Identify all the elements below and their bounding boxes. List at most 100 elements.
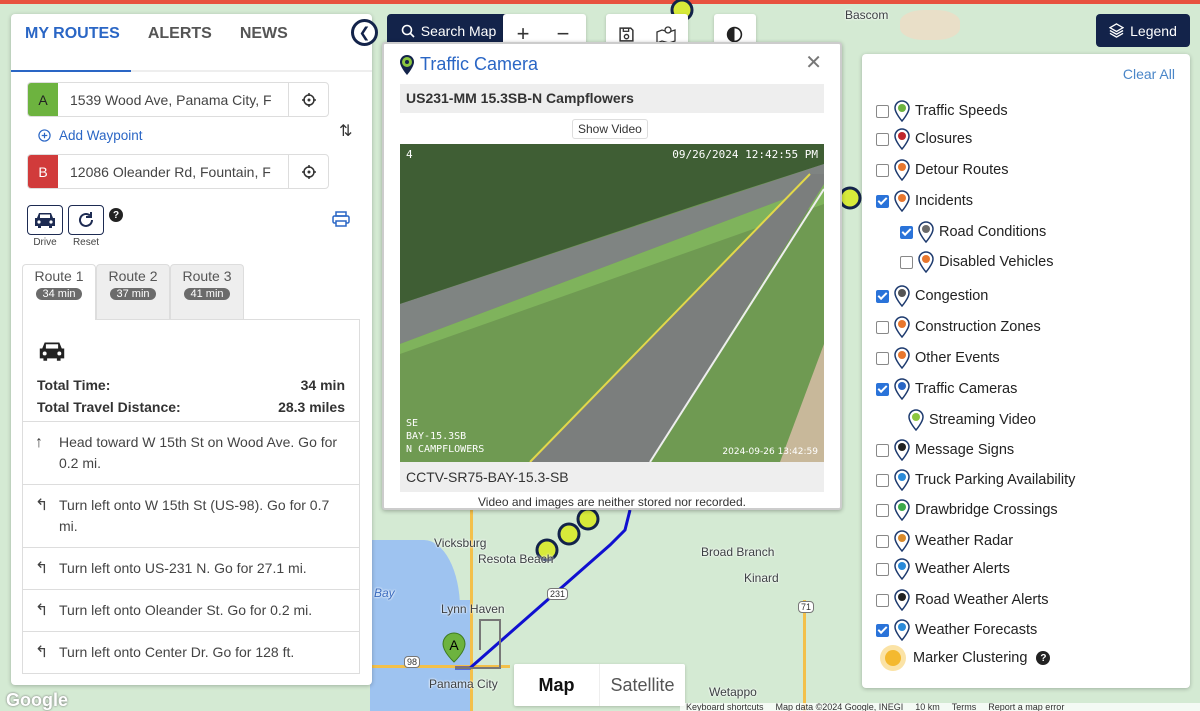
route-tab-1[interactable]: Route 1 34 min bbox=[22, 264, 96, 320]
legend-item[interactable]: Road Conditions bbox=[900, 221, 1046, 243]
locate-origin-button[interactable] bbox=[288, 83, 328, 116]
swap-icon[interactable]: ⇅ bbox=[339, 121, 352, 141]
map-label: Lynn Haven bbox=[441, 602, 505, 616]
legend-checkbox[interactable] bbox=[876, 593, 889, 607]
locate-destination-button[interactable] bbox=[288, 155, 328, 188]
drive-button[interactable] bbox=[27, 205, 63, 235]
legend-checkbox[interactable] bbox=[876, 163, 889, 177]
print-button[interactable] bbox=[332, 211, 350, 232]
legend-item[interactable]: Congestion bbox=[876, 285, 988, 307]
route-tab-2[interactable]: Route 2 37 min bbox=[96, 264, 170, 319]
collapse-panel-button[interactable]: ❮ bbox=[351, 19, 378, 46]
legend-checkbox[interactable] bbox=[900, 225, 913, 239]
legend-marker-icon bbox=[894, 190, 910, 212]
legend-item[interactable]: Weather Alerts bbox=[876, 558, 1010, 580]
turn-left-icon: ↰ bbox=[35, 602, 49, 619]
legend-checkbox[interactable] bbox=[876, 473, 889, 487]
legend-marker-icon bbox=[894, 530, 910, 552]
printer-icon bbox=[332, 211, 350, 227]
legend-item[interactable]: Detour Routes bbox=[876, 159, 1009, 181]
direction-text: Turn left onto W 15th St (US-98). Go for… bbox=[59, 497, 330, 534]
origin-field[interactable]: A 1539 Wood Ave, Panama City, F bbox=[27, 82, 329, 117]
map-layers-button[interactable] bbox=[646, 25, 686, 43]
legend-item[interactable]: Traffic Cameras bbox=[876, 378, 1017, 400]
legend-checkbox[interactable] bbox=[876, 320, 889, 334]
legend-checkbox[interactable] bbox=[876, 534, 889, 548]
help-icon[interactable]: ? bbox=[109, 208, 123, 222]
legend-item[interactable]: Traffic Speeds bbox=[876, 100, 1008, 122]
direction-step[interactable]: ↑ Head toward W 15th St on Wood Ave. Go f… bbox=[22, 422, 360, 485]
direction-step[interactable]: ↰ Turn left onto Oleander St. Go for 0.2 … bbox=[22, 590, 360, 632]
route-shield: 98 bbox=[404, 656, 421, 668]
marker-clustering-label: Marker Clustering bbox=[913, 650, 1028, 666]
map-label: Kinard bbox=[744, 571, 779, 585]
map-type-map[interactable]: Map bbox=[514, 664, 599, 706]
destination-field[interactable]: B 12086 Oleander Rd, Fountain, F bbox=[27, 154, 329, 189]
reset-button[interactable] bbox=[68, 205, 104, 235]
tab-news[interactable]: NEWS bbox=[226, 14, 302, 70]
legend-item[interactable]: Weather Radar bbox=[876, 530, 1013, 552]
legend-checkbox[interactable] bbox=[876, 132, 889, 146]
scale-bar[interactable]: 10 km bbox=[915, 703, 940, 711]
legend-marker-icon bbox=[894, 499, 910, 521]
legend-checkbox[interactable] bbox=[876, 351, 889, 365]
legend-checkbox[interactable] bbox=[876, 443, 889, 457]
legend-checkbox[interactable] bbox=[876, 104, 889, 118]
legend-item[interactable]: Other Events bbox=[876, 347, 1000, 369]
legend-checkbox[interactable] bbox=[876, 194, 889, 208]
legend-label: Legend bbox=[1130, 22, 1177, 39]
chevron-left-icon: ❮ bbox=[358, 24, 371, 40]
legend-item[interactable]: Truck Parking Availability bbox=[876, 469, 1075, 491]
direction-text: Turn left onto US-231 N. Go for 27.1 mi. bbox=[59, 560, 307, 576]
direction-step[interactable]: ↰ Turn left onto US-231 N. Go for 27.1 mi… bbox=[22, 548, 360, 590]
legend-button[interactable]: Legend bbox=[1096, 14, 1190, 47]
save-button[interactable] bbox=[606, 26, 646, 43]
popup-title: Traffic Camera bbox=[420, 54, 539, 74]
map-label: Resota Beach bbox=[478, 552, 554, 566]
legend-item[interactable]: Weather Forecasts bbox=[876, 619, 1037, 641]
legend-checkbox[interactable] bbox=[876, 562, 889, 576]
direction-step[interactable]: ↰ Turn left onto W 15th St (US-98). Go fo… bbox=[22, 485, 360, 548]
legend-checkbox[interactable] bbox=[876, 289, 889, 303]
map-pin-icon bbox=[656, 25, 676, 43]
privacy-note: Video and images are neither stored nor … bbox=[478, 495, 746, 509]
report-error-link[interactable]: Report a map error bbox=[988, 703, 1064, 711]
legend-marker-icon bbox=[908, 409, 924, 431]
keyboard-shortcuts-link[interactable]: Keyboard shortcuts bbox=[686, 703, 764, 711]
legend-checkbox[interactable] bbox=[876, 503, 889, 517]
reset-icon bbox=[79, 212, 93, 227]
destination-badge: B bbox=[28, 155, 58, 188]
arrow-up-icon: ↑ bbox=[35, 434, 43, 451]
legend-item[interactable]: Message Signs bbox=[876, 439, 1014, 461]
close-popup-button[interactable]: ✕ bbox=[805, 50, 822, 75]
tab-alerts[interactable]: ALERTS bbox=[134, 14, 226, 70]
legend-item[interactable]: Road Weather Alerts bbox=[876, 589, 1049, 611]
direction-step[interactable]: ↰ Turn left onto Center Dr. Go for 128 ft… bbox=[22, 632, 360, 674]
map-type-control: Map Satellite bbox=[514, 664, 685, 706]
legend-item-label: Detour Routes bbox=[915, 162, 1009, 178]
legend-item[interactable]: Drawbridge Crossings bbox=[876, 499, 1058, 521]
legend-item[interactable]: Construction Zones bbox=[876, 316, 1041, 338]
tab-my-routes[interactable]: MY ROUTES bbox=[11, 14, 134, 70]
terms-link[interactable]: Terms bbox=[952, 703, 977, 711]
help-icon[interactable]: ? bbox=[1036, 651, 1051, 665]
map-type-satellite[interactable]: Satellite bbox=[599, 664, 685, 706]
show-video-button[interactable]: Show Video bbox=[572, 119, 648, 139]
legend-item[interactable]: Disabled Vehicles bbox=[900, 251, 1053, 273]
contrast-button[interactable] bbox=[714, 26, 754, 43]
camera-image: 4 09/26/2024 12:42:55 PM SE BAY-15.3SB N… bbox=[400, 144, 824, 462]
route-tab-3[interactable]: Route 3 41 min bbox=[170, 264, 244, 319]
legend-item[interactable]: Incidents bbox=[876, 190, 973, 212]
add-waypoint-link[interactable]: Add Waypoint bbox=[38, 128, 143, 143]
legend-checkbox[interactable] bbox=[900, 255, 913, 269]
clear-all-link[interactable]: Clear All bbox=[1123, 66, 1175, 82]
overlay-channel: 4 bbox=[406, 148, 413, 161]
legend-item[interactable]: Streaming Video bbox=[908, 409, 1036, 431]
legend-checkbox[interactable] bbox=[876, 382, 889, 396]
destination-input[interactable]: 12086 Oleander Rd, Fountain, F bbox=[58, 164, 288, 180]
origin-input[interactable]: 1539 Wood Ave, Panama City, F bbox=[58, 92, 288, 108]
legend-checkbox[interactable] bbox=[876, 623, 889, 637]
legend-item[interactable]: Closures bbox=[876, 128, 972, 150]
map-data-attribution: Map data ©2024 Google, INEGI bbox=[775, 703, 904, 711]
distance-value: 28.3 miles bbox=[278, 399, 345, 415]
